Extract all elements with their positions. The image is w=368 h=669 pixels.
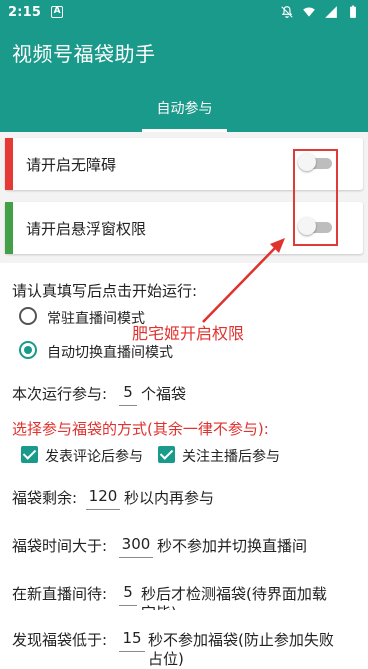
notification-badge: A	[51, 6, 64, 18]
time-greater-input[interactable]: 300	[119, 535, 153, 553]
mode-resident-label: 常驻直播间模式	[47, 311, 145, 327]
time-greater-suffix: 秒不参加并切换直播间	[157, 537, 308, 555]
found-less-underline	[119, 651, 145, 652]
app-bar: 视频号福袋助手 自动参与	[0, 24, 368, 132]
mode-resident-radio[interactable]	[19, 307, 37, 325]
battery-icon	[350, 5, 356, 18]
status-time: 2:15	[8, 4, 42, 20]
follow-join-checkbox[interactable]	[158, 446, 175, 463]
comment-join-checkbox[interactable]	[21, 446, 38, 463]
method-title: 选择参与福袋的方式(其余一律不参与):	[12, 420, 269, 438]
comment-join-label: 发表评论后参与	[45, 449, 143, 465]
time-greater-prefix: 福袋时间大于:	[12, 537, 108, 555]
mode-auto-switch-label: 自动切换直播间模式	[47, 345, 173, 361]
tab-indicator	[142, 129, 227, 132]
wait-new-input[interactable]: 5	[119, 583, 137, 601]
wait-new-suffix-wrap: 完毕)	[141, 602, 177, 610]
card-accent-bar	[5, 138, 13, 190]
remaining-input[interactable]: 120	[86, 487, 120, 505]
tab-auto-join[interactable]: 自动参与	[142, 98, 227, 118]
found-less-suffix: 秒不参加福袋(防止参加失败	[148, 631, 334, 649]
mode-auto-switch-radio[interactable]	[19, 341, 37, 359]
accessibility-label: 请开启无障碍	[26, 156, 117, 174]
app-title: 视频号福袋助手	[12, 42, 156, 66]
wifi-icon	[303, 7, 315, 17]
overlay-permission-label: 请开启悬浮窗权限	[26, 220, 147, 238]
run-count-input[interactable]: 5	[119, 383, 137, 401]
remaining-prefix: 福袋剩余:	[12, 489, 78, 507]
settings-intro: 请认真填写后点击开始运行:	[12, 282, 198, 300]
remaining-suffix: 秒以内再参与	[124, 489, 215, 507]
notifications-off-icon	[281, 6, 293, 18]
run-count-prefix: 本次运行参与:	[12, 385, 108, 403]
found-less-suffix-wrap: 占位)	[148, 650, 184, 668]
wait-new-suffix: 秒后才检测福袋(待界面加载	[141, 585, 327, 603]
run-count-suffix: 个福袋	[141, 385, 187, 403]
status-bar: 2:15 A	[0, 0, 368, 24]
time-greater-underline	[119, 557, 153, 558]
wait-new-underline	[119, 605, 137, 606]
wait-new-prefix: 在新直播间待:	[12, 585, 108, 603]
follow-join-label: 关注主播后参与	[182, 449, 280, 465]
toggle-highlight-box	[293, 149, 338, 246]
annotation-text: 肥宅姬开启权限	[132, 324, 245, 343]
found-less-prefix: 发现福袋低于:	[12, 631, 108, 649]
signal-icon	[325, 6, 337, 18]
status-icons	[280, 5, 360, 19]
remaining-underline	[86, 509, 120, 510]
card-accent-bar	[5, 202, 13, 254]
run-count-underline	[119, 405, 137, 406]
found-less-input[interactable]: 15	[119, 629, 145, 647]
